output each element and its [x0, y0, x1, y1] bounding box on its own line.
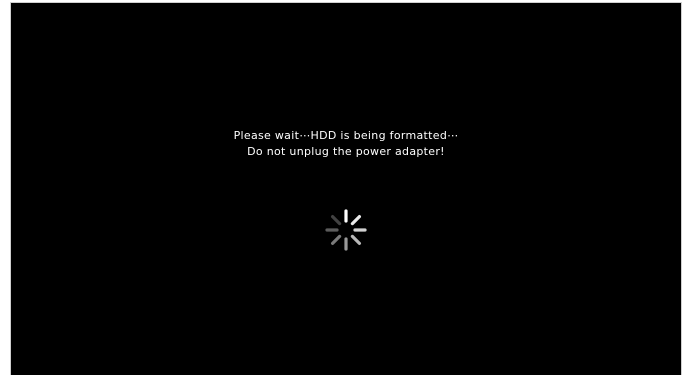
window-frame: Please wait⋯HDD is being formatted⋯ Do n… [0, 0, 685, 375]
status-message-line-2: Do not unplug the power adapter! [247, 145, 445, 158]
loading-spinner-icon [325, 209, 367, 251]
status-message: Please wait⋯HDD is being formatted⋯ Do n… [11, 128, 681, 160]
formatting-screen: Please wait⋯HDD is being formatted⋯ Do n… [10, 2, 682, 375]
status-message-line-1: Please wait⋯HDD is being formatted⋯ [233, 129, 459, 142]
